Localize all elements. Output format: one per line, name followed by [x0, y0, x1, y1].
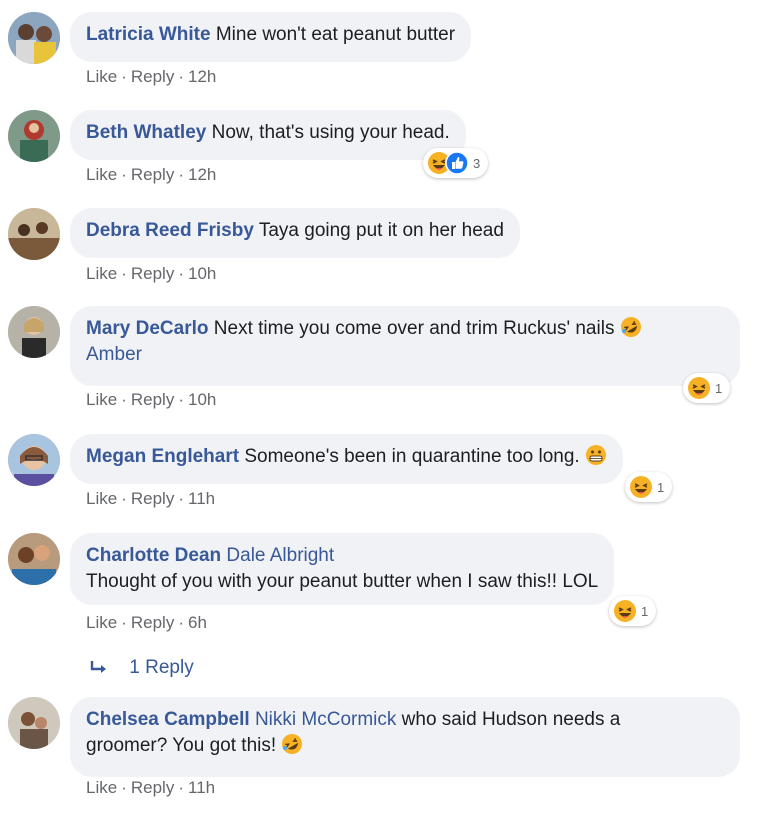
comment-author[interactable]: Megan Englehart [86, 446, 239, 467]
mention-tag[interactable]: Amber [86, 344, 142, 365]
timestamp[interactable]: 10h [188, 264, 216, 283]
timestamp[interactable]: 12h [188, 67, 216, 86]
reply-link[interactable]: Reply [131, 67, 174, 86]
comment-author[interactable]: Beth Whatley [86, 122, 206, 143]
comment-actions: Like · Reply · 11h [86, 489, 215, 509]
laughing-face-icon [629, 475, 653, 499]
rolling-laughing-icon [620, 316, 642, 338]
timestamp[interactable]: 12h [188, 165, 216, 184]
timestamp[interactable]: 11h [188, 778, 215, 797]
separator: · [178, 613, 184, 632]
like-link[interactable]: Like [86, 165, 117, 184]
separator: · [121, 489, 127, 508]
replies-label[interactable]: 1 Reply [129, 657, 193, 678]
comment-author[interactable]: Latricia White [86, 24, 211, 45]
timestamp[interactable]: 11h [188, 489, 215, 508]
reaction-summary[interactable]: 1 [683, 373, 731, 403]
comment-text: Next time you come over and trim Ruckus'… [213, 318, 615, 339]
comment-actions: Like · Reply · 10h [86, 264, 216, 284]
comment-author[interactable]: Mary DeCarlo [86, 318, 209, 339]
comment-bubble: Megan Englehart Someone's been in quaran… [70, 434, 623, 484]
laughing-face-icon [613, 599, 637, 623]
comment-actions: Like · Reply · 10h [86, 390, 216, 410]
reply-link[interactable]: Reply [131, 390, 174, 409]
timestamp[interactable]: 6h [188, 613, 207, 632]
reply-arrow-icon [90, 657, 110, 678]
comment-bubble: Chelsea Campbell Nikki McCormick who sai… [70, 697, 740, 777]
comment-actions: Like · Reply · 6h [86, 613, 207, 633]
like-link[interactable]: Like [86, 67, 117, 86]
grimacing-face-icon [585, 444, 607, 466]
separator: · [178, 67, 184, 86]
comment-bubble: Mary DeCarlo Next time you come over and… [70, 306, 740, 386]
reaction-count: 1 [715, 380, 723, 396]
thumbs-up-icon [445, 151, 469, 175]
separator: · [178, 489, 184, 508]
separator: · [178, 165, 184, 184]
comment-text: Now, that's using your head. [211, 122, 450, 143]
comment-author[interactable]: Charlotte Dean [86, 545, 221, 566]
comment-bubble: Charlotte Dean Dale Albright Thought of … [70, 533, 615, 605]
separator: · [121, 390, 127, 409]
separator: · [178, 390, 184, 409]
mention-tag[interactable]: Nikki McCormick [255, 709, 396, 730]
timestamp[interactable]: 10h [188, 390, 216, 409]
avatar[interactable] [8, 533, 60, 585]
avatar[interactable] [8, 110, 60, 162]
like-link[interactable]: Like [86, 489, 117, 508]
separator: · [121, 778, 127, 797]
avatar[interactable] [8, 434, 60, 486]
avatar[interactable] [8, 12, 60, 64]
comment-actions: Like · Reply · 12h [86, 67, 216, 87]
reply-link[interactable]: Reply [131, 165, 174, 184]
separator: · [121, 165, 127, 184]
comment-thread: Latricia White Mine won't eat peanut but… [0, 0, 759, 815]
separator: · [178, 778, 184, 797]
avatar[interactable] [8, 697, 60, 749]
comment-actions: Like · Reply · 12h [86, 165, 216, 185]
mention-tag[interactable]: Dale Albright [226, 545, 334, 566]
reply-link[interactable]: Reply [131, 613, 174, 632]
like-link[interactable]: Like [86, 613, 117, 632]
like-link[interactable]: Like [86, 778, 117, 797]
reply-link[interactable]: Reply [131, 778, 174, 797]
rolling-laughing-icon [281, 733, 303, 755]
like-link[interactable]: Like [86, 390, 117, 409]
comment-text: who said Hudson needs a [401, 709, 621, 730]
separator: · [178, 264, 184, 283]
comment-text: Someone's been in quarantine too long. [244, 446, 580, 467]
view-replies-link[interactable]: 1 Reply [90, 657, 194, 679]
laughing-face-icon [687, 376, 711, 400]
avatar[interactable] [8, 208, 60, 260]
separator: · [121, 264, 127, 283]
reaction-count: 3 [473, 155, 481, 171]
comment-text: Taya going put it on her head [258, 220, 504, 241]
comment-author[interactable]: Chelsea Campbell [86, 709, 250, 730]
comment-text: Thought of you with your peanut butter w… [86, 571, 599, 592]
separator: · [121, 67, 127, 86]
like-link[interactable]: Like [86, 264, 117, 283]
comment-text-line2: groomer? You got this! [86, 735, 277, 756]
reply-link[interactable]: Reply [131, 264, 174, 283]
comment-text: Mine won't eat peanut butter [215, 24, 456, 45]
separator: · [121, 613, 127, 632]
avatar[interactable] [8, 306, 60, 358]
reaction-summary[interactable]: 1 [609, 596, 657, 626]
reaction-summary[interactable]: 3 [423, 148, 489, 178]
reaction-count: 1 [641, 603, 649, 619]
comment-bubble: Debra Reed Frisby Taya going put it on h… [70, 208, 520, 258]
reaction-summary[interactable]: 1 [625, 472, 673, 502]
comment-bubble: Beth Whatley Now, that's using your head… [70, 110, 466, 160]
comment-actions: Like · Reply · 11h [86, 778, 215, 798]
comment-bubble: Latricia White Mine won't eat peanut but… [70, 12, 472, 62]
reply-link[interactable]: Reply [131, 489, 174, 508]
comment-author[interactable]: Debra Reed Frisby [86, 220, 254, 241]
reaction-count: 1 [657, 479, 665, 495]
